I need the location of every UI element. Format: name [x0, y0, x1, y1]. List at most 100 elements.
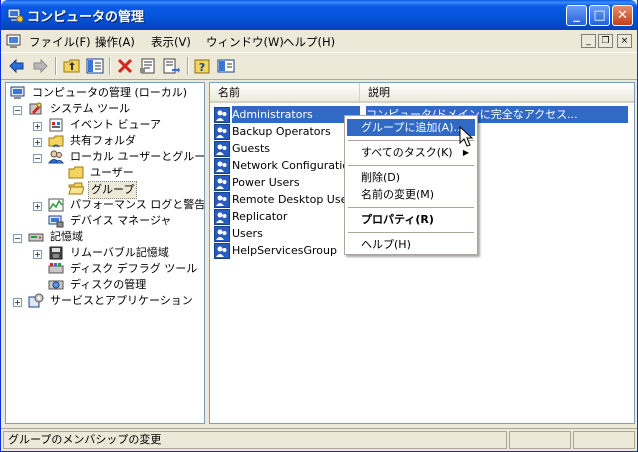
delete-icon[interactable] — [116, 57, 134, 75]
toolbar-separator — [55, 57, 57, 75]
show-hide-tree-icon[interactable] — [86, 57, 104, 75]
context-delete[interactable]: 削除(D) — [347, 169, 475, 186]
mdi-minimize-button[interactable]: _ — [581, 34, 596, 48]
console-tree[interactable]: コンピュータの管理 (ローカル) − システム ツール + イベント ビューア … — [5, 82, 205, 424]
status-pane-empty — [573, 431, 635, 449]
tree-node-label: ローカル ユーザーとグループ — [70, 150, 205, 163]
open-folder-icon — [68, 182, 84, 195]
minimize-icon: _ — [573, 8, 580, 23]
close-button[interactable]: ✕ — [612, 5, 633, 26]
disk-defragmenter-icon — [48, 263, 64, 274]
group-icon — [214, 175, 230, 191]
collapse-expander[interactable]: − — [13, 106, 22, 115]
title-bar[interactable]: コンピュータの管理 _ □ ✕ — [1, 0, 637, 30]
menu-view[interactable]: 表示(V) — [151, 34, 191, 50]
view-icon[interactable] — [217, 57, 235, 75]
expand-expander[interactable]: + — [33, 250, 42, 259]
group-icon — [214, 107, 230, 123]
maximize-button[interactable]: □ — [589, 5, 610, 26]
mdi-close-button[interactable]: × — [617, 34, 632, 48]
column-header-name[interactable]: 名前 — [210, 83, 360, 103]
tree-node-groups[interactable]: グループ — [68, 181, 202, 199]
expand-expander[interactable]: + — [33, 138, 42, 147]
forward-icon[interactable] — [31, 57, 49, 75]
export-list-icon[interactable] — [162, 57, 180, 75]
tree-node-label: サービスとアプリケーション — [50, 294, 193, 307]
help-icon[interactable]: ? — [194, 57, 212, 75]
tree-node-label: デバイス マネージャ — [70, 214, 172, 227]
group-icon — [214, 124, 230, 140]
tree-node-storage[interactable]: 記憶域 — [28, 229, 202, 245]
status-text: グループのメンバシップの変更 — [3, 431, 507, 449]
expand-expander[interactable]: + — [33, 122, 42, 131]
up-folder-icon[interactable] — [63, 57, 81, 75]
group-name: Users — [232, 227, 263, 240]
group-icon — [214, 141, 230, 157]
users-groups-icon — [48, 150, 64, 164]
toolbar-separator — [187, 57, 189, 75]
tree-node-performance-logs[interactable]: パフォーマンス ログと警告 — [48, 197, 204, 213]
context-properties[interactable]: プロパティ(R) — [347, 211, 475, 228]
tree-node-label: イベント ビューア — [70, 118, 162, 131]
tree-node-system-tools[interactable]: システム ツール — [28, 101, 202, 117]
group-icon — [214, 209, 230, 225]
tree-node-disk-management[interactable]: ディスクの管理 — [48, 277, 202, 293]
group-name: Remote Desktop Users — [232, 193, 358, 206]
tree-node-label: リムーバブル記憶域 — [70, 246, 169, 259]
tree-node-computer-management[interactable]: コンピュータの管理 (ローカル) — [10, 85, 202, 101]
group-name: Guests — [232, 142, 271, 155]
tree-node-removable-storage[interactable]: リムーバブル記憶域 — [48, 245, 202, 261]
tree-node-label: ディスク デフラグ ツール — [70, 262, 198, 275]
minimize-button[interactable]: _ — [566, 5, 587, 26]
tree-node-device-manager[interactable]: デバイス マネージャ — [48, 213, 202, 229]
properties-icon[interactable] — [139, 57, 157, 75]
maximize-icon: □ — [593, 8, 606, 23]
mdi-restore-button[interactable]: ❐ — [598, 34, 613, 48]
folder-icon — [68, 166, 84, 179]
window-title: コンピュータの管理 — [27, 10, 145, 25]
menu-file[interactable]: ファイル(F) — [29, 34, 91, 50]
computer-icon — [10, 86, 25, 99]
group-name: HelpServicesGroup — [232, 244, 337, 257]
group-name: Network Configuration — [232, 159, 357, 172]
tree-node-local-users-groups[interactable]: ローカル ユーザーとグループ — [48, 149, 205, 165]
context-rename[interactable]: 名前の変更(M) — [347, 186, 475, 203]
tree-node-services-applications[interactable]: サービスとアプリケーション — [28, 293, 202, 309]
storage-icon — [28, 233, 44, 242]
expand-expander[interactable]: + — [33, 202, 42, 211]
context-separator — [348, 232, 474, 233]
tree-node-event-viewer[interactable]: イベント ビューア — [48, 117, 202, 133]
removable-storage-icon — [49, 246, 63, 260]
toolbar-separator — [109, 57, 111, 75]
group-name: Backup Operators — [232, 125, 331, 138]
mmc-document-icon[interactable] — [6, 33, 22, 49]
menu-window[interactable]: ウィンドウ(W) — [206, 34, 284, 50]
expand-expander[interactable]: + — [13, 298, 22, 307]
mouse-pointer-icon — [459, 126, 474, 147]
context-help[interactable]: ヘルプ(H) — [347, 236, 475, 253]
computer-management-icon — [7, 8, 23, 23]
group-icon — [214, 158, 230, 174]
computer-management-window: コンピュータの管理 _ □ ✕ ファイル(F) 操作(A) 表示(V) ウィンド… — [0, 0, 638, 452]
context-separator — [348, 140, 474, 141]
group-icon — [214, 226, 230, 242]
context-add-to-group[interactable]: グループに追加(A)... — [347, 119, 475, 136]
collapse-expander[interactable]: − — [33, 154, 42, 163]
group-icon — [214, 192, 230, 208]
back-icon[interactable] — [8, 57, 26, 75]
tree-node-label: 記憶域 — [50, 230, 83, 243]
tree-node-label: ディスクの管理 — [70, 278, 147, 291]
tree-node-shared-folders[interactable]: 共有フォルダ — [48, 133, 202, 149]
event-viewer-icon — [49, 118, 63, 132]
tree-node-users[interactable]: ユーザー — [68, 165, 202, 181]
tree-node-disk-defragmenter[interactable]: ディスク デフラグ ツール — [48, 261, 202, 277]
collapse-expander[interactable]: − — [13, 234, 22, 243]
menu-action[interactable]: 操作(A) — [95, 34, 135, 50]
group-name: Power Users — [232, 176, 300, 189]
context-all-tasks[interactable]: すべてのタスク(K) ▶ — [347, 144, 475, 161]
group-name: Administrators — [232, 106, 360, 123]
status-bar: グループのメンバシップの変更 — [1, 428, 637, 450]
menu-help[interactable]: ヘルプ(H) — [283, 34, 335, 50]
context-all-tasks-label: すべてのタスク(K) — [361, 146, 453, 159]
column-header-description[interactable]: 説明 — [360, 83, 634, 103]
